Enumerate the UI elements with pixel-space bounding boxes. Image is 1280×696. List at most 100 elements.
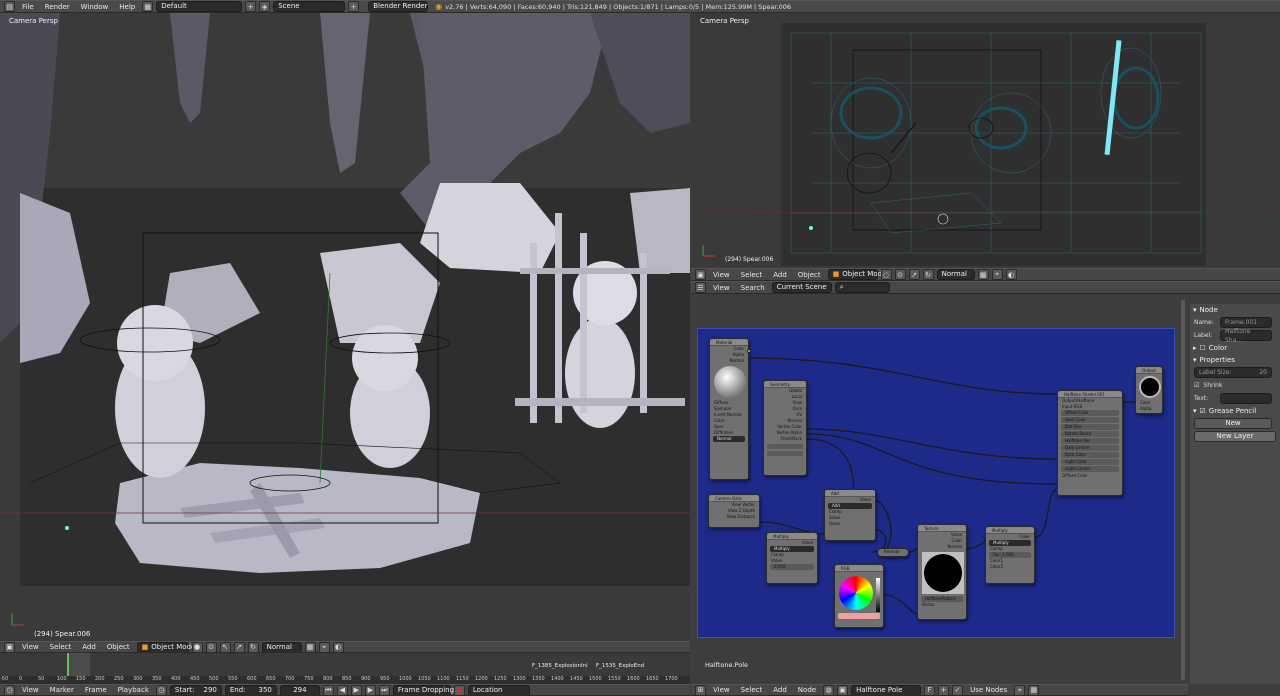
editor-type-icon[interactable]: ▣ — [695, 269, 706, 280]
text-field[interactable] — [1220, 393, 1272, 404]
menu-window[interactable]: Window — [77, 3, 113, 11]
editor-type-icon[interactable]: ☰ — [695, 282, 706, 293]
pivot-icon[interactable]: ⊙ — [205, 642, 217, 652]
node-texture[interactable]: Texture Value Color Normal HalftonePatte… — [917, 524, 967, 620]
menu-select[interactable]: Select — [737, 271, 767, 279]
menu-select[interactable]: Select — [737, 686, 767, 694]
node-halftone-group[interactable]: Halftone Shader.001 Output/Halftone Input… — [1057, 390, 1123, 496]
menu-select[interactable]: Select — [46, 643, 76, 651]
add-layout-icon[interactable]: + — [245, 1, 257, 12]
menu-view[interactable]: View — [18, 686, 43, 694]
keying-set-select[interactable]: Location — [467, 685, 530, 695]
node-geometry-vcfield[interactable] — [767, 451, 803, 456]
node-material-normal-mode[interactable]: Normal — [713, 436, 745, 442]
node-rgb-color-wheel[interactable] — [839, 576, 873, 610]
menu-node[interactable]: Node — [794, 686, 820, 694]
node-halftone-row[interactable]: Light Limiter — [1061, 466, 1119, 472]
shading-icon[interactable]: ◌ — [880, 269, 892, 280]
node-multiply-math-in2[interactable]: 0.050 — [770, 564, 814, 570]
use-nodes-checkbox[interactable]: ✓ — [952, 685, 964, 695]
color-checkbox[interactable]: ☐ — [1200, 344, 1206, 352]
menu-add[interactable]: Add — [78, 643, 100, 651]
shading-icon[interactable]: ● — [191, 642, 203, 652]
node-geometry-uvfield[interactable] — [767, 444, 803, 449]
render-preview-icon[interactable]: ◐ — [1005, 269, 1017, 280]
scene-select[interactable]: Scene — [273, 1, 346, 12]
shader-tree-icon[interactable]: ◍ — [823, 685, 835, 695]
node-multiply-mix-in2[interactable]: Color2 — [986, 564, 1034, 570]
orientation-select[interactable]: Normal — [936, 269, 975, 280]
node-output[interactable]: Output Color Alpha — [1135, 366, 1163, 414]
material-select[interactable]: Halftone Pole — [851, 685, 922, 695]
add-material-icon[interactable]: + — [938, 685, 950, 695]
node-editor-scrollbar[interactable] — [1181, 300, 1185, 680]
menu-view[interactable]: View — [18, 643, 43, 651]
node-halftone-row[interactable]: Dark Color — [1061, 452, 1119, 458]
node-editor[interactable]: Material Color Alpha Normal Diffuse Spec… — [691, 294, 1188, 684]
panel-node-header[interactable]: ▾ Node — [1190, 304, 1280, 316]
prev-key-icon[interactable]: ◀ — [336, 685, 348, 695]
node-add[interactable]: Add Value Add Clamp Value Value — [824, 489, 876, 541]
screen-layout-icon[interactable]: ▦ — [142, 1, 154, 12]
compositor-tree-icon[interactable]: ▣ — [837, 685, 849, 695]
label-field[interactable]: Halftone Sha... — [1220, 328, 1272, 344]
shrink-checkbox[interactable]: ☑ — [1194, 382, 1199, 389]
search-field[interactable]: ⌕ — [834, 282, 890, 293]
preview-range-icon[interactable]: ◷ — [155, 685, 167, 695]
menu-view[interactable]: View — [709, 284, 734, 292]
node-geometry[interactable]: Geometry Global Local View Orco UV Normal Vert… — [763, 380, 807, 476]
menu-help[interactable]: Help — [115, 3, 139, 11]
jump-start-icon[interactable]: ⏮ — [322, 685, 334, 695]
menu-playback[interactable]: Playback — [114, 686, 153, 694]
node-rgb-value-bar[interactable] — [876, 578, 880, 612]
menu-view[interactable]: View — [709, 686, 734, 694]
viewport-left[interactable]: Camera Persp (294) Spear.006 — [0, 13, 690, 641]
next-key-icon[interactable]: ▶ — [364, 685, 376, 695]
layers-icon[interactable]: ▦ — [304, 642, 316, 652]
shrink-row[interactable]: ☑ Shrink — [1190, 379, 1280, 392]
panel-properties-header[interactable]: ▾ Properties — [1190, 354, 1280, 366]
node-multiply-math[interactable]: Multiply Value Multiply Clamp Value 0.05… — [766, 532, 818, 584]
sync-mode-select[interactable]: Frame Dropping — [392, 685, 454, 695]
node-halftone-row[interactable]: Light Color — [1061, 459, 1119, 465]
grease-new-button[interactable]: New — [1194, 418, 1272, 429]
node-halftone-row[interactable]: Dark Limiter — [1061, 445, 1119, 451]
node-halftone-row[interactable]: Dot Size — [1061, 424, 1119, 430]
translate-icon[interactable]: ↗ — [908, 269, 920, 280]
timeline-marker[interactable]: F_1385_ExplosionIni — [532, 663, 588, 669]
end-frame-field[interactable]: End: 350 — [224, 685, 277, 695]
menu-marker[interactable]: Marker — [46, 686, 78, 694]
menu-object[interactable]: Object — [794, 271, 825, 279]
node-rgb-swatch[interactable] — [838, 613, 880, 619]
rotate-icon[interactable]: ↻ — [247, 642, 259, 652]
editor-type-icon[interactable]: ⊞ — [695, 685, 706, 695]
node-halftone-row[interactable]: Rotate Blend — [1061, 431, 1119, 437]
editor-type-icon[interactable]: ▣ — [4, 642, 15, 652]
node-camera-data[interactable]: Camera Data View Vector View Z Depth Vie… — [708, 494, 760, 528]
menu-search[interactable]: Search — [737, 284, 769, 292]
translate-icon[interactable]: ↗ — [233, 642, 245, 652]
current-frame-field[interactable]: 294 — [279, 685, 320, 695]
timeline-area[interactable]: -50 0 50 100 150 200 250 300 350 400 450 500 550 600 6… — [0, 653, 690, 684]
snap-icon[interactable]: ⌖ — [1014, 685, 1026, 695]
node-halftone-row[interactable]: Spot Color — [1061, 417, 1119, 423]
viewport-right[interactable]: Camera Persp (294) Spear.006 — [691, 13, 1280, 268]
node-material[interactable]: Material Color Alpha Normal Diffuse Spec… — [709, 338, 751, 480]
render-preview-icon[interactable]: ◐ — [332, 642, 344, 652]
node-multiply-mix[interactable]: Multiply Color Multiply Clamp Fac: 1.000… — [985, 526, 1035, 584]
add-scene-icon[interactable]: + — [348, 1, 360, 12]
socket[interactable] — [747, 349, 751, 353]
jump-end-icon[interactable]: ⏭ — [378, 685, 390, 695]
menu-render[interactable]: Render — [41, 3, 74, 11]
mode-select[interactable]: ■ Object Mode — [136, 642, 195, 652]
node-halftone-row[interactable]: Halftone Res — [1061, 438, 1119, 444]
menu-frame[interactable]: Frame — [81, 686, 111, 694]
label-size-field[interactable]: Label Size: 20 — [1194, 367, 1272, 378]
fake-user-icon[interactable]: F — [924, 685, 936, 695]
menu-file[interactable]: File — [18, 3, 38, 11]
menu-add[interactable]: Add — [769, 271, 791, 279]
menu-object[interactable]: Object — [103, 643, 134, 651]
panel-grease-pencil-header[interactable]: ▾ ☑ Grease Pencil — [1190, 405, 1280, 417]
snap-icon[interactable]: ⌖ — [318, 642, 330, 652]
start-frame-field[interactable]: Start: 290 — [169, 685, 222, 695]
